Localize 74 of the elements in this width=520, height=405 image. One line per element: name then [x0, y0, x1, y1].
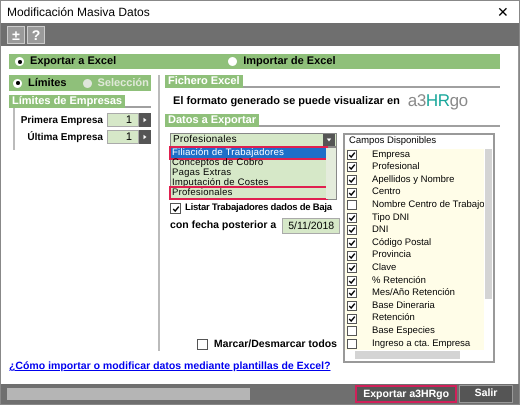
section-header: Límites de Empresas — [9, 95, 126, 108]
spin-button[interactable] — [139, 113, 151, 127]
list-item: Clave — [372, 261, 396, 276]
right-arrow-icon — [142, 134, 148, 140]
number-field[interactable]: 1 — [107, 130, 139, 144]
section-header: Fichero Excel — [165, 75, 243, 88]
logo: a3HRgo — [408, 90, 468, 112]
list-header: Campos Disponibles — [349, 134, 436, 148]
radio-label: Importar de Excel — [243, 54, 336, 70]
list-item: Profesional — [372, 160, 420, 174]
list-item: Provincia — [372, 248, 412, 262]
list-item: Código Postal — [372, 236, 432, 250]
info-text: El formato generado se puede visualizar en — [173, 94, 400, 108]
dropdown-option[interactable]: Profesionales — [171, 188, 326, 198]
checkbox[interactable] — [170, 203, 181, 214]
spin-button[interactable] — [139, 130, 151, 144]
field-label: Primera Empresa — [20, 114, 104, 128]
dropdown-option[interactable]: Filiación de Trabajadores — [171, 148, 326, 158]
checkbox[interactable] — [347, 338, 357, 349]
down-arrow-icon — [326, 136, 332, 142]
window-title: Modificación Masiva Datos — [7, 4, 150, 21]
number-field[interactable]: 1 — [107, 113, 139, 127]
close-button[interactable]: ✕ — [493, 2, 513, 22]
action-button[interactable]: Salir — [459, 385, 513, 403]
checkbox[interactable] — [347, 238, 357, 248]
dropdown-option[interactable]: Imputación de Costes — [171, 178, 326, 188]
checkbox[interactable] — [347, 288, 357, 298]
checkbox[interactable] — [347, 263, 357, 274]
list-item: % Retención — [372, 274, 426, 288]
checkbox[interactable] — [347, 150, 357, 160]
checkbox[interactable] — [347, 314, 357, 324]
vertical-scrollbar[interactable] — [484, 134, 493, 350]
checkbox[interactable] — [347, 300, 357, 311]
checkbox[interactable] — [347, 188, 357, 198]
checkbox[interactable] — [196, 339, 208, 350]
list-item: Apellidos y Nombre — [372, 172, 454, 187]
radio-button[interactable] — [15, 57, 24, 66]
checkbox[interactable] — [347, 212, 357, 223]
list-item: Mes/Año Retención — [372, 286, 455, 300]
radio-label: Selección — [98, 76, 149, 91]
checkbox[interactable] — [347, 174, 357, 185]
action-button[interactable]: Exportar a3HRgo — [355, 385, 457, 403]
list-item: Base Especies — [372, 324, 435, 338]
scrollbar[interactable] — [326, 148, 336, 198]
checkbox[interactable] — [347, 225, 357, 236]
horizontal-scrollbar[interactable] — [345, 350, 493, 360]
checkbox[interactable] — [347, 276, 357, 286]
list-item: Centro — [372, 185, 401, 200]
list-item: Nombre Centro de Trabajo — [372, 198, 484, 212]
section-header: Datos a Exportar — [165, 114, 260, 126]
radio-label: Límites — [28, 76, 67, 91]
dropdown[interactable]: Profesionales — [170, 132, 337, 146]
checkbox[interactable] — [347, 162, 357, 172]
dropdown-option[interactable]: Pagas Extras — [171, 168, 326, 178]
list-item: Tipo DNI — [372, 210, 410, 225]
list-item: Empresa — [372, 148, 410, 162]
checkbox[interactable] — [347, 326, 357, 336]
field-label: con fecha posterior a — [170, 218, 276, 233]
dropdown-option[interactable]: Conceptos de Cobro — [171, 158, 326, 168]
help-link[interactable]: ¿Cómo importar o modificar datos mediante plantillas de Excel? — [9, 360, 330, 372]
date-field[interactable]: 5/11/2018 — [282, 218, 340, 234]
field-label: Última Empresa — [26, 130, 104, 144]
list-item: Retención — [372, 311, 415, 326]
radio-label: Exportar a Excel — [30, 54, 116, 70]
radio-button[interactable] — [228, 57, 238, 66]
right-arrow-icon — [142, 117, 148, 123]
list-item: Base Dineraria — [372, 298, 435, 313]
list-item: DNI — [372, 223, 388, 238]
checkbox[interactable] — [347, 200, 357, 210]
checkbox[interactable] — [347, 250, 357, 261]
checkbox-label: Marcar/Desmarcar todos — [214, 336, 337, 352]
checkbox-label: Listar Trabajadores dados de Baja — [185, 201, 332, 216]
list-item: Ingreso a cta. Empresa — [372, 336, 470, 351]
radio-button[interactable] — [13, 78, 22, 88]
